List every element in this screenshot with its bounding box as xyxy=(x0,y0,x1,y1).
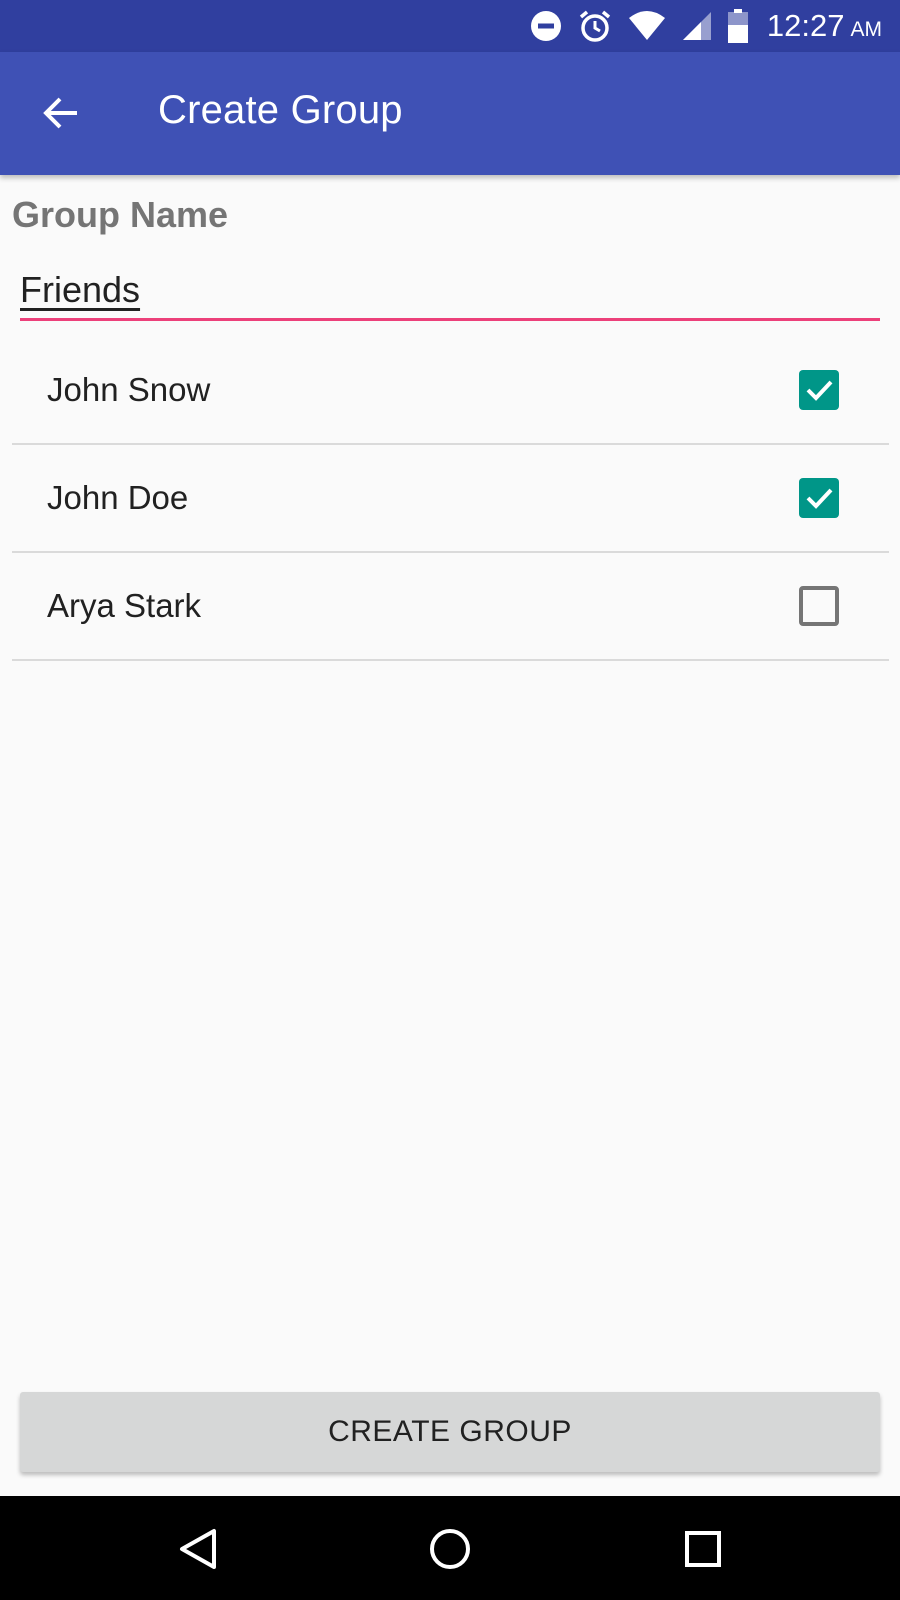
member-name: John Doe xyxy=(47,479,189,516)
input-underline xyxy=(20,318,880,321)
cell-signal-icon xyxy=(681,10,713,42)
back-button[interactable] xyxy=(28,80,94,146)
group-name-field-wrapper xyxy=(20,262,880,322)
wifi-icon xyxy=(627,10,667,42)
alarm-icon xyxy=(577,8,613,44)
status-icons: 12:27 AM xyxy=(529,0,882,52)
navigation-bar xyxy=(0,1496,900,1600)
arrow-back-icon xyxy=(43,97,77,129)
member-checkbox[interactable] xyxy=(799,370,839,410)
member-list: John Snow John Doe Arya Stark xyxy=(12,337,889,661)
member-name: John Snow xyxy=(47,371,211,408)
nav-back-icon xyxy=(180,1529,216,1569)
nav-back-button[interactable] xyxy=(163,1514,233,1584)
group-name-label: Group Name xyxy=(12,194,229,235)
nav-recents-icon xyxy=(685,1531,721,1567)
check-icon xyxy=(806,488,833,509)
nav-recents-button[interactable] xyxy=(668,1514,738,1584)
battery-icon xyxy=(727,8,749,44)
status-ampm: AM xyxy=(850,18,883,41)
member-name: Arya Stark xyxy=(47,587,202,624)
member-checkbox[interactable] xyxy=(799,478,839,518)
group-name-input[interactable] xyxy=(20,262,880,318)
do-not-disturb-icon xyxy=(529,9,563,43)
member-checkbox[interactable] xyxy=(799,586,839,626)
nav-home-button[interactable] xyxy=(415,1514,485,1584)
list-item[interactable]: John Snow xyxy=(12,337,889,445)
list-item[interactable]: Arya Stark xyxy=(12,553,889,661)
status-time: 12:27 AM xyxy=(767,8,882,44)
app-bar: Create Group xyxy=(0,52,900,175)
page-title: Create Group xyxy=(158,88,403,132)
nav-home-icon xyxy=(430,1529,470,1569)
list-item[interactable]: John Doe xyxy=(12,445,889,553)
create-group-button[interactable]: CREATE GROUP xyxy=(20,1392,880,1472)
status-bar: 12:27 AM xyxy=(0,0,900,52)
check-icon xyxy=(806,380,833,401)
screen: 12:27 AM Create Group Group Name John Sn… xyxy=(0,0,900,1600)
status-time-value: 12:27 xyxy=(766,8,845,43)
